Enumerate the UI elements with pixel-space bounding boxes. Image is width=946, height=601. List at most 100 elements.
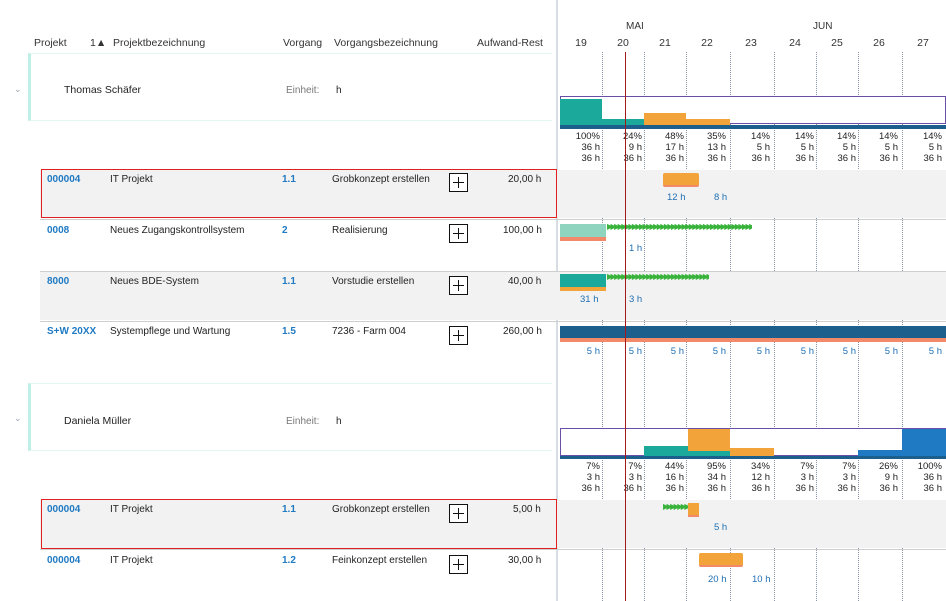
day-header: 27 [917,37,929,49]
load-value: 26% [878,461,898,472]
load-value: 35% [706,131,726,142]
col-header-vorgangsbezeichnung[interactable]: Vorgangsbezeichnung [334,37,438,49]
task-id-link[interactable]: 1.1 [282,504,296,515]
project-id-link[interactable]: S+W 20XX [47,326,96,337]
add-button[interactable] [449,224,468,243]
load-value: 14% [878,131,898,142]
load-value: 48% [664,131,684,142]
load-value: 36 h [923,153,943,164]
project-name: Neues Zugangskontrollsystem [110,225,245,236]
project-name: Neues BDE-System [110,276,199,287]
col-header-projekt[interactable]: Projekt [34,37,67,49]
load-value: 36 h [581,142,601,153]
load-value: 36 h [795,483,815,494]
load-value: 16 h [665,472,685,483]
project-id-link[interactable]: 0008 [47,225,69,236]
load-baseline [560,125,946,129]
project-id-link[interactable]: 000004 [47,555,80,566]
add-button[interactable] [449,173,468,192]
person-name: Thomas Schäfer [64,84,142,96]
unit-value: h [336,416,342,427]
load-value: 100% [917,461,942,472]
add-button[interactable] [449,555,468,574]
task-bar[interactable] [688,503,699,517]
col-header-vorgang[interactable]: Vorgang [283,37,322,49]
load-value: 14% [922,131,942,142]
project-id-link[interactable]: 000004 [47,174,80,185]
remaining-effort: 5,00 h [513,504,541,515]
unit-value: h [336,85,342,96]
task-bar[interactable] [560,224,606,241]
load-value: 5 h [842,142,856,153]
row-separator [40,321,946,322]
load-value: 5 h [800,142,814,153]
task-hours-label: 31 h [580,294,599,305]
task-hours-label: 8 h [714,192,728,203]
task-bar[interactable] [663,173,699,187]
day-header: 21 [659,37,671,49]
remaining-effort: 20,00 h [508,174,542,185]
load-value: 7% [586,461,600,472]
month-label-mai: MAI [626,21,644,32]
remaining-effort: 100,00 h [503,225,542,236]
col-header-projektbezeichnung[interactable]: Projektbezeichnung [113,37,205,49]
project-name: Systempflege und Wartung [110,326,231,337]
load-value: 5 h [928,142,942,153]
load-value: 36 h [707,483,727,494]
project-id-link[interactable]: 000004 [47,504,80,515]
table-row[interactable] [40,170,946,218]
add-button[interactable] [449,276,468,295]
add-button[interactable] [449,504,468,523]
task-id-link[interactable]: 1.1 [282,174,296,185]
load-bar [644,113,686,125]
load-value: 36 h [837,483,857,494]
load-value: 7% [800,461,814,472]
collapse-chevron-icon[interactable]: ⌄ [14,84,22,95]
task-id-link[interactable]: 1.1 [282,276,296,287]
load-value: 36 h [623,153,643,164]
load-value: 3 h [842,472,856,483]
task-hours-label: 5 h [884,346,898,357]
load-value: 12 h [751,472,771,483]
load-value: 34 h [707,472,727,483]
task-bar[interactable] [699,553,743,567]
task-id-link[interactable]: 1.2 [282,555,296,566]
task-hours-label: 5 h [712,346,726,357]
collapse-chevron-icon[interactable]: ⌄ [14,413,22,424]
task-id-link[interactable]: 1.5 [282,326,296,337]
col-header-aufwand-rest[interactable]: Aufwand-Rest [477,37,543,49]
task-bar[interactable] [560,274,606,291]
project-name: IT Projekt [110,555,153,566]
sort-indicator[interactable]: 1▲ [90,37,106,49]
task-hours-label: 5 h [714,522,728,533]
add-button[interactable] [449,326,468,345]
load-value: 17 h [665,142,685,153]
day-header: 25 [831,37,843,49]
table-row[interactable] [40,500,946,548]
load-value: 36 h [581,483,601,494]
task-hours-label: 20 h [708,574,727,585]
person-name: Daniela Müller [64,415,132,427]
task-bar[interactable] [560,326,946,338]
load-value: 36 h [751,483,771,494]
load-value: 3 h [628,472,642,483]
row-separator [40,549,946,550]
load-value: 36 h [837,153,857,164]
task-name: Grobkonzept erstellen [332,174,430,185]
task-id-link[interactable]: 2 [282,225,288,236]
load-value: 36 h [581,153,601,164]
unit-label: Einheit: [286,416,320,427]
load-value: 7% [628,461,642,472]
task-hours-label: 5 h [928,346,942,357]
load-bar [560,99,602,125]
task-name: Grobkonzept erstellen [332,504,430,515]
load-value: 100% [575,131,600,142]
project-id-link[interactable]: 8000 [47,276,69,287]
load-value: 36 h [879,153,899,164]
row-separator [40,219,946,220]
task-hours-label: 1 h [629,243,643,254]
task-hours-label: 5 h [628,346,642,357]
day-header: 19 [575,37,587,49]
month-label-jun: JUN [813,21,833,32]
remaining-effort: 30,00 h [508,555,542,566]
